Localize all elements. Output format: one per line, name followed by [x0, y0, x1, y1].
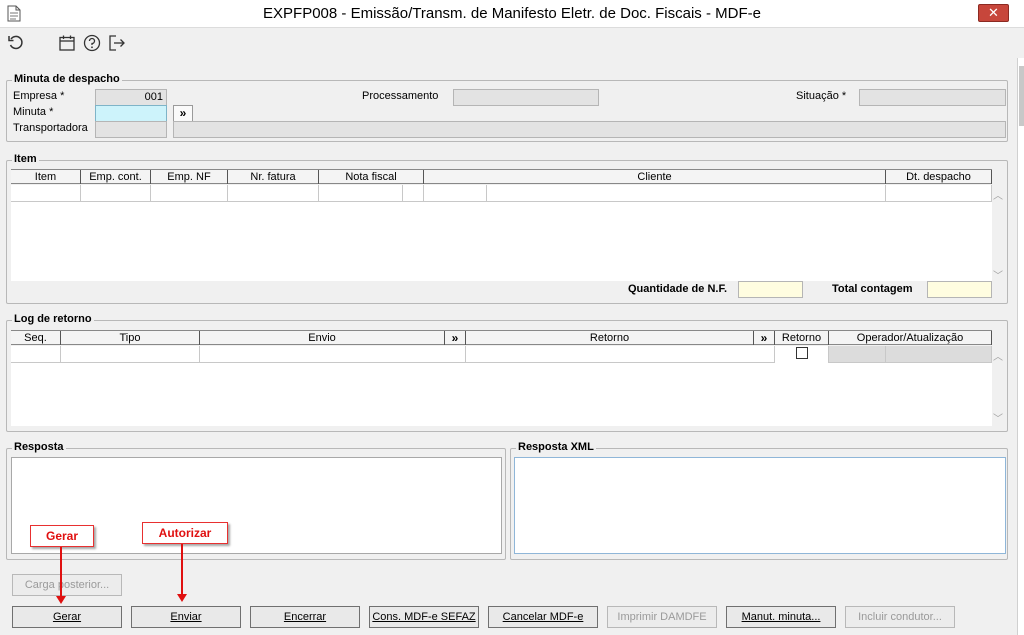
- resposta-xml-group: Resposta XML: [510, 441, 1008, 560]
- minuta-label: Minuta *: [13, 106, 54, 118]
- processamento-label: Processamento: [362, 90, 439, 102]
- table-row[interactable]: [11, 346, 992, 363]
- retorno-checkbox[interactable]: [796, 347, 808, 359]
- situacao-field[interactable]: [859, 89, 1006, 106]
- column-header-nr-fatura[interactable]: Nr. fatura: [228, 170, 319, 184]
- carga-posterior-button[interactable]: Carga posterior...: [12, 574, 122, 596]
- manut-minuta-label: Manut. minuta...: [741, 611, 821, 623]
- situacao-label: Situação *: [796, 90, 847, 102]
- minuta-input[interactable]: [95, 105, 167, 122]
- log-grid-header: Seq. Tipo Envio » Retorno » Retorno Oper…: [11, 330, 992, 345]
- close-button[interactable]: ✕: [978, 4, 1009, 22]
- transportadora-label: Transportadora: [13, 122, 88, 134]
- resposta-xml-group-label: Resposta XML: [516, 441, 596, 453]
- enviar-button[interactable]: Enviar: [131, 606, 241, 628]
- column-header-item[interactable]: Item: [11, 170, 81, 184]
- item-grid-scrollbar[interactable]: ︿ ﹀: [992, 185, 1004, 282]
- log-group-label: Log de retorno: [12, 313, 94, 325]
- gerar-button-label: Gerar: [52, 611, 82, 623]
- column-header-dt-despacho[interactable]: Dt. despacho: [886, 170, 992, 184]
- column-header-operador[interactable]: Operador/Atualização: [829, 331, 992, 345]
- imprimir-damdfe-button[interactable]: Imprimir DAMDFE: [607, 606, 717, 628]
- column-header-retorno-flag[interactable]: Retorno: [775, 331, 829, 345]
- refresh-icon[interactable]: [7, 34, 25, 52]
- table-row[interactable]: [11, 185, 992, 202]
- cons-mdfe-sefaz-button[interactable]: Cons. MDF-e SEFAZ: [369, 606, 479, 628]
- empresa-field[interactable]: 001: [95, 89, 167, 106]
- processamento-field[interactable]: [453, 89, 599, 106]
- autorizar-callout: Autorizar: [142, 522, 228, 544]
- log-group: Log de retorno Seq. Tipo Envio » Retorno…: [6, 313, 1008, 432]
- resposta-xml-textarea[interactable]: [514, 457, 1006, 554]
- column-header-tipo[interactable]: Tipo: [61, 331, 200, 345]
- qtd-nf-field: [738, 281, 803, 298]
- encerrar-button-label: Encerrar: [283, 611, 327, 623]
- gerar-arrow-head: [56, 596, 66, 604]
- outer-scrollbar[interactable]: [1017, 58, 1024, 635]
- log-grid-scrollbar[interactable]: ︿ ﹀: [992, 346, 1004, 426]
- total-contagem-label: Total contagem: [832, 283, 913, 295]
- item-grid-body: [11, 185, 992, 281]
- toolbar: [0, 28, 1024, 58]
- item-grid-header: Item Emp. cont. Emp. NF Nr. fatura Nota …: [11, 169, 992, 184]
- enviar-button-label: Enviar: [170, 611, 202, 623]
- application-window: EXPFP008 - Emissão/Transm. de Manifesto …: [0, 0, 1024, 635]
- column-header-cliente[interactable]: Cliente: [424, 170, 886, 184]
- envio-expand-button[interactable]: »: [445, 331, 466, 345]
- item-group-label: Item: [12, 153, 39, 165]
- column-header-emp-nf[interactable]: Emp. NF: [151, 170, 228, 184]
- item-group: Item Item Emp. cont. Emp. NF Nr. fatura …: [6, 153, 1008, 304]
- help-icon[interactable]: [83, 34, 101, 52]
- transportadora-code-field[interactable]: [95, 121, 167, 138]
- cons-mdfe-sefaz-label: Cons. MDF-e SEFAZ: [372, 611, 476, 623]
- empresa-label: Empresa *: [13, 90, 65, 102]
- manut-minuta-button[interactable]: Manut. minuta...: [726, 606, 836, 628]
- incluir-condutor-button[interactable]: Incluir condutor...: [845, 606, 955, 628]
- resposta-group-label: Resposta: [12, 441, 66, 453]
- minuta-group: Minuta de despacho Empresa * 001 Minuta …: [6, 73, 1008, 142]
- title-bar: EXPFP008 - Emissão/Transm. de Manifesto …: [0, 0, 1024, 28]
- gerar-button[interactable]: Gerar: [12, 606, 122, 628]
- column-header-nota-fiscal[interactable]: Nota fiscal: [319, 170, 424, 184]
- transportadora-name-field[interactable]: [173, 121, 1006, 138]
- minuta-group-label: Minuta de despacho: [12, 73, 122, 85]
- minuta-lookup-button[interactable]: »: [173, 105, 193, 122]
- total-contagem-field: [927, 281, 992, 298]
- calendar-icon[interactable]: [58, 34, 76, 52]
- autorizar-arrow-head: [177, 594, 187, 602]
- column-header-retorno[interactable]: Retorno: [466, 331, 754, 345]
- encerrar-button[interactable]: Encerrar: [250, 606, 360, 628]
- column-header-emp-cont[interactable]: Emp. cont.: [81, 170, 151, 184]
- retorno-expand-button[interactable]: »: [754, 331, 775, 345]
- exit-icon[interactable]: [108, 34, 126, 52]
- window-title: EXPFP008 - Emissão/Transm. de Manifesto …: [263, 5, 761, 22]
- cancelar-mdfe-button[interactable]: Cancelar MDF-e: [488, 606, 598, 628]
- column-header-seq[interactable]: Seq.: [11, 331, 61, 345]
- cancelar-mdfe-label: Cancelar MDF-e: [502, 611, 584, 623]
- gerar-callout: Gerar: [30, 525, 94, 547]
- log-grid-body: [11, 346, 992, 426]
- qtd-nf-label: Quantidade de N.F.: [628, 283, 728, 295]
- column-header-envio[interactable]: Envio: [200, 331, 445, 345]
